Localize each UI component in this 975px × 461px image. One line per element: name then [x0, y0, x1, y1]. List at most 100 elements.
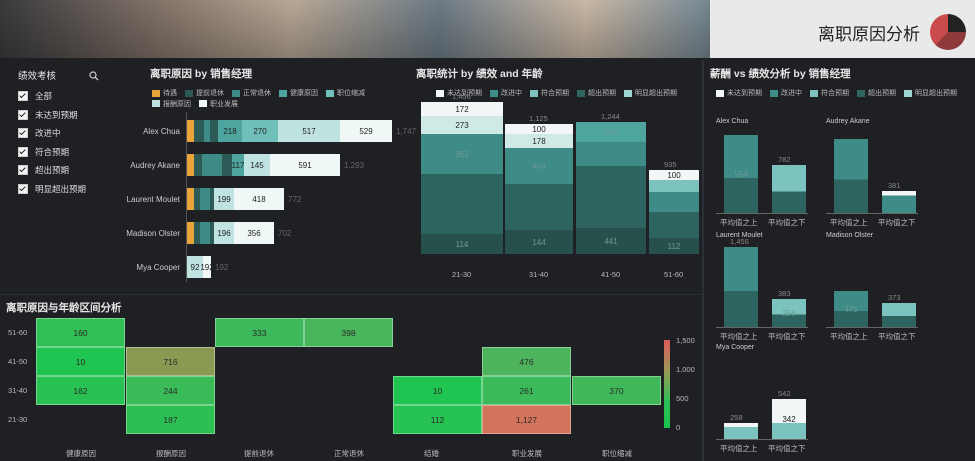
heatmap-cell[interactable]: 476 [482, 347, 571, 376]
heatmap-cell[interactable]: 187 [126, 405, 215, 434]
bar-segment[interactable]: 270 [242, 120, 278, 142]
column-segment[interactable] [576, 166, 646, 228]
bar-segment[interactable] [210, 120, 218, 142]
checkbox-checked-icon[interactable] [18, 91, 28, 102]
column-segment[interactable]: 144 [505, 230, 573, 254]
bar-segment[interactable]: 591 [270, 154, 340, 176]
bar-segment[interactable]: 199 [214, 188, 234, 210]
bar-segment[interactable] [202, 154, 222, 176]
x-tick-label: 平均值之下 [768, 218, 806, 227]
bar-segment[interactable] [187, 188, 194, 210]
bar-above[interactable]: 554 [724, 135, 758, 213]
bar-below[interactable]: 342 [772, 399, 806, 439]
heatmap-cell[interactable]: 398 [304, 318, 393, 347]
filter-item[interactable]: 超出预期 [18, 161, 118, 180]
filter-item[interactable]: 未达到预期 [18, 106, 118, 125]
bar-segment[interactable]: 145 [244, 154, 270, 176]
column-segment[interactable]: 273 [421, 116, 503, 134]
bar-below[interactable] [882, 303, 916, 327]
column-segment[interactable]: 404 [505, 148, 573, 184]
legend-swatch [185, 89, 193, 97]
heatmap-cell[interactable]: 244 [126, 376, 215, 405]
column-segment[interactable]: 114 [421, 234, 503, 254]
bar-segment[interactable]: 418 [234, 188, 284, 210]
heatmap-cell[interactable]: 1,127 [482, 405, 571, 434]
bar-segment[interactable] [222, 154, 232, 176]
x-tick-label: 健康原因 [66, 449, 96, 458]
column-segment[interactable]: 196 [576, 122, 646, 142]
bar-segment[interactable] [200, 222, 210, 244]
bar-below[interactable] [882, 191, 916, 213]
bar-below[interactable] [772, 165, 806, 213]
checkbox-checked-icon[interactable] [18, 128, 28, 139]
checkbox-checked-icon[interactable] [18, 109, 28, 120]
bar-above[interactable]: 475 [834, 291, 868, 327]
column-segment[interactable] [576, 142, 646, 166]
bar-below[interactable]: 256 [772, 299, 806, 327]
bar-above[interactable] [724, 423, 758, 439]
checkbox-checked-icon[interactable] [18, 146, 28, 157]
bar-segment[interactable] [194, 154, 202, 176]
bar-segment[interactable] [194, 120, 204, 142]
bar-above[interactable] [834, 139, 868, 213]
x-tick-label: 41-50 [601, 270, 621, 279]
legend-label: 待遇 [163, 90, 177, 97]
bar-segment[interactable]: 196 [214, 222, 234, 244]
pie-logo-icon [930, 14, 966, 50]
bar-segment[interactable] [187, 154, 194, 176]
legend-item: 改进中 [770, 88, 802, 98]
bar-segment[interactable]: 517 [278, 120, 340, 142]
manager-label: Mya Cooper [136, 263, 180, 272]
filter-item-label: 改进中 [35, 128, 61, 139]
legend-item: 正常退休 [232, 88, 271, 98]
heatmap-cell[interactable]: 716 [126, 347, 215, 376]
legend-label: 职业发展 [210, 100, 238, 108]
filter-item[interactable]: 明显超出预期 [18, 180, 118, 199]
header-photo [0, 0, 710, 58]
heatmap-cell[interactable]: 10 [393, 376, 482, 405]
bar-segment[interactable]: 192 [200, 256, 214, 278]
column-segment[interactable]: 100 [649, 170, 699, 180]
bar-total-label: 258 [730, 413, 743, 422]
heatmap-cell[interactable]: 10 [36, 347, 125, 376]
checkbox-checked-icon[interactable] [18, 183, 28, 194]
heatmap-cell[interactable]: 162 [36, 376, 125, 405]
reason-legend: 待遇 提前退休 正常退休 健康原因 职位缩减 报酬原因 职业发展 [152, 88, 402, 109]
filter-item[interactable]: 符合预期 [18, 143, 118, 162]
bar-segment[interactable] [187, 222, 194, 244]
column-segment[interactable]: 100 [505, 124, 573, 134]
column-segment[interactable] [421, 174, 503, 234]
heatmap-cell[interactable]: 160 [36, 318, 125, 347]
x-tick-label: 平均值之上 [720, 218, 758, 227]
search-icon[interactable] [89, 70, 99, 80]
x-tick-label: 平均值之上 [720, 332, 758, 341]
column-segment[interactable]: 441 [576, 228, 646, 254]
filter-item[interactable]: 全部 [18, 87, 118, 106]
bar-segment[interactable]: 117 [232, 154, 244, 176]
bar-above[interactable] [724, 247, 758, 327]
bar-segment[interactable] [200, 188, 210, 210]
bar-segment[interactable]: 218 [218, 120, 242, 142]
column-segment[interactable] [649, 192, 699, 212]
column-segment[interactable]: 172 [421, 102, 503, 116]
salary-perf-chart: Alex Chua 554 782 平均值之上 平均值之下 Audrey Akane 381… [708, 118, 973, 458]
column-segment[interactable]: 362 [421, 134, 503, 174]
filter-item[interactable]: 改进中 [18, 124, 118, 143]
bar-segment[interactable]: 356 [234, 222, 274, 244]
filter-item-label: 未达到预期 [35, 109, 78, 120]
filter-title: 绩效考核 [18, 71, 57, 82]
scale-tick-label: 0 [676, 423, 681, 432]
bar-segment[interactable]: 529 [340, 120, 392, 142]
column-segment[interactable] [649, 180, 699, 192]
checkbox-checked-icon[interactable] [18, 165, 28, 176]
heatmap-cell[interactable]: 370 [572, 376, 661, 405]
heatmap-cell[interactable]: 112 [393, 405, 482, 434]
column-segment[interactable] [649, 212, 699, 238]
bar-segment[interactable] [187, 120, 194, 142]
heatmap-cell[interactable]: 261 [482, 376, 571, 405]
heatmap-cell[interactable]: 333 [215, 318, 304, 347]
column-segment[interactable]: 112 [649, 238, 699, 254]
x-tick-label: 报酬原因 [156, 449, 186, 458]
column-segment[interactable]: 178 [505, 134, 573, 148]
column-segment[interactable] [505, 184, 573, 230]
